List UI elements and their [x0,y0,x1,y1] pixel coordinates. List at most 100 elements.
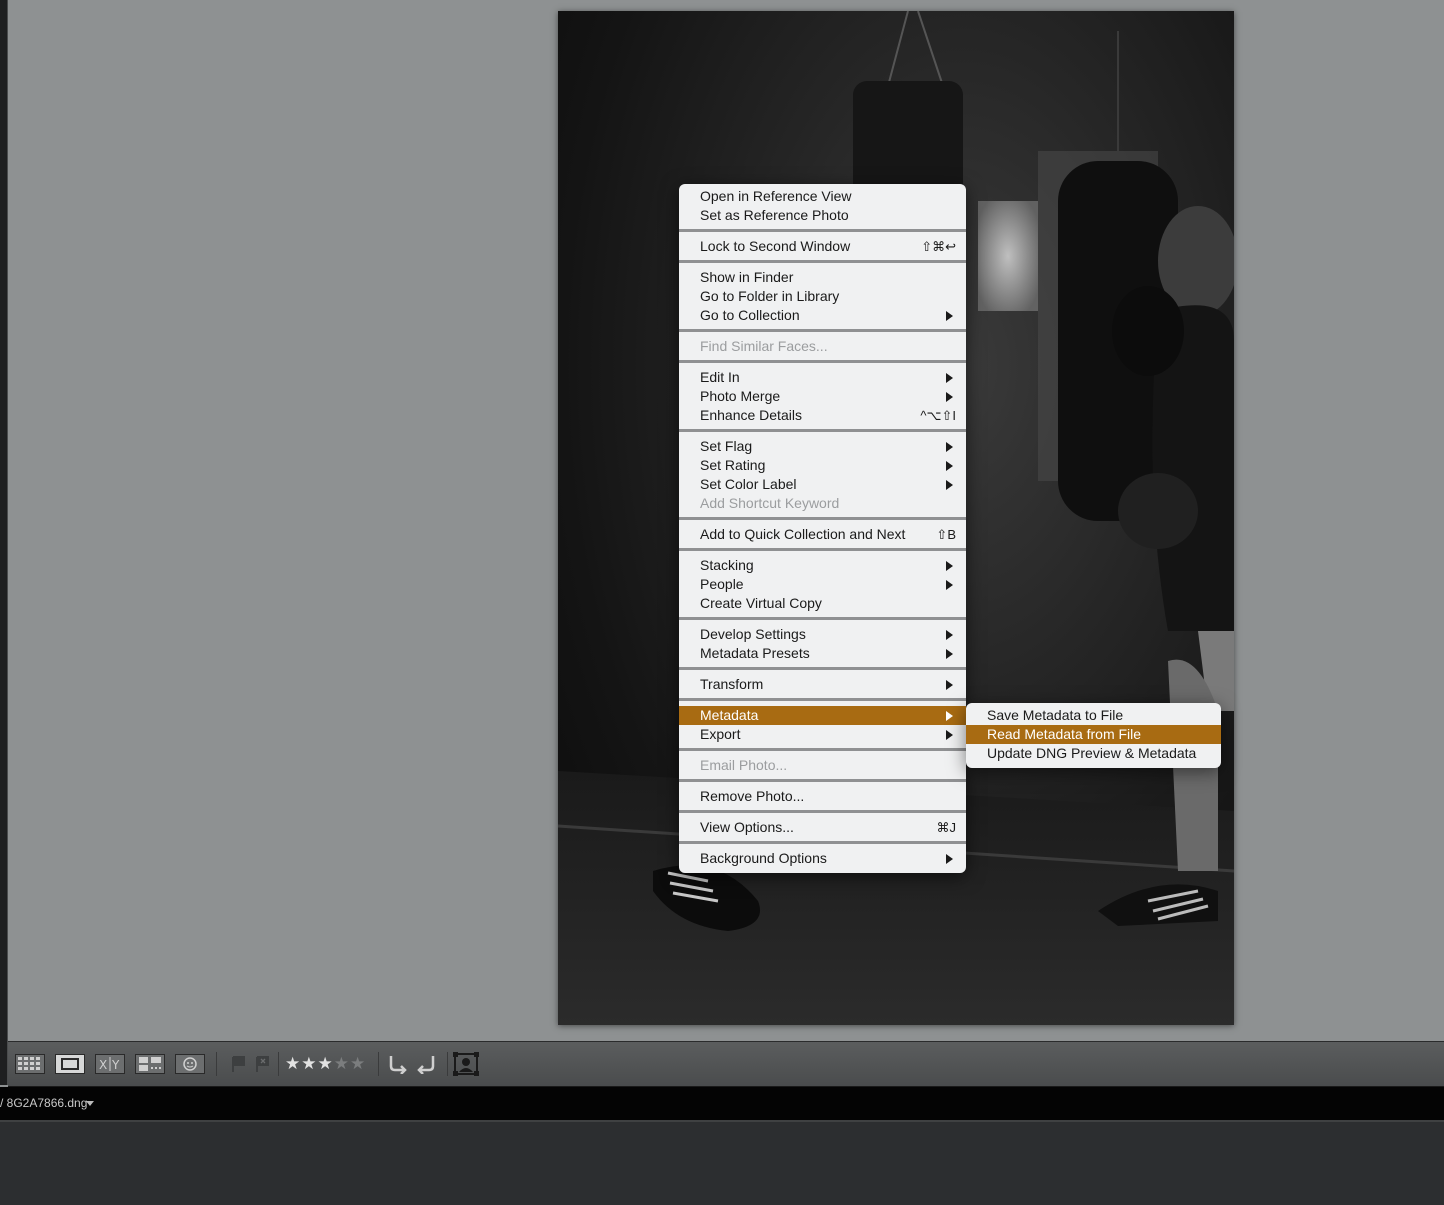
loupe-view-icon[interactable] [54,1053,86,1075]
menu-item-go-to-folder-in-library[interactable]: Go to Folder in Library [679,287,966,306]
menu-item-metadata-presets[interactable]: Metadata Presets [679,644,966,663]
filename-dropdown-icon[interactable] [86,1101,94,1106]
menu-separator [679,544,966,556]
menu-item-photo-merge[interactable]: Photo Merge [679,387,966,406]
menu-item-label: Enhance Details [700,407,802,423]
menu-item-label: Metadata Presets [700,645,810,661]
star-filled-icon[interactable]: ★ [285,1054,300,1074]
flag-pick-icon[interactable] [228,1053,248,1075]
submenu-arrow-icon [946,711,953,721]
left-panel-edge[interactable] [0,0,8,1085]
menu-item-label: Photo Merge [700,388,781,404]
menu-item-remove-photo[interactable]: Remove Photo... [679,787,966,806]
people-view-icon[interactable] [174,1053,206,1075]
menu-item-label: Create Virtual Copy [700,595,822,611]
menu-item-label: Background Options [700,850,827,866]
star-filled-icon[interactable]: ★ [318,1054,333,1074]
menu-item-transform[interactable]: Transform [679,675,966,694]
star-empty-icon[interactable]: ★ [334,1054,349,1074]
submenu-item-save-metadata-to-file[interactable]: Save Metadata to File [966,706,1221,725]
menu-separator [679,837,966,849]
menu-item-label: People [700,576,744,592]
menu-separator [679,775,966,787]
filmstrip[interactable] [0,1122,1444,1205]
menu-item-develop-settings[interactable]: Develop Settings [679,625,966,644]
submenu-arrow-icon [946,373,953,383]
context-menu: Open in Reference View Set as Reference … [679,184,966,873]
toolbar: X Y ★ ★ ★ ★ ★ [8,1041,1444,1088]
menu-item-label: Go to Collection [700,307,800,323]
submenu-arrow-icon [946,630,953,640]
menu-item-set-rating[interactable]: Set Rating [679,456,966,475]
rotate-left-icon[interactable] [384,1053,410,1075]
star-empty-icon[interactable]: ★ [350,1054,365,1074]
menu-item-label: Develop Settings [700,626,806,642]
menu-item-label: View Options... [700,819,794,835]
menu-item-label: Set Rating [700,457,766,473]
survey-view-icon[interactable] [134,1053,166,1075]
face-region-icon[interactable] [452,1052,480,1076]
submenu-item-read-metadata-from-file[interactable]: Read Metadata from File [966,725,1221,744]
menu-separator [679,325,966,337]
menu-item-set-color-label[interactable]: Set Color Label [679,475,966,494]
menu-item-label: Lock to Second Window [700,238,851,254]
svg-text:X: X [99,1058,107,1072]
star-rating[interactable]: ★ ★ ★ ★ ★ [285,1053,371,1075]
menu-item-set-as-reference-photo[interactable]: Set as Reference Photo [679,206,966,225]
grid-view-icon[interactable] [14,1053,46,1075]
menu-item-set-flag[interactable]: Set Flag [679,437,966,456]
menu-item-people[interactable]: People [679,575,966,594]
menu-separator [679,663,966,675]
menu-item-shortcut: ⇧B [936,527,956,542]
submenu-arrow-icon [946,680,953,690]
menu-item-label: Show in Finder [700,269,794,285]
flag-reject-icon[interactable] [252,1053,272,1075]
menu-item-export[interactable]: Export [679,725,966,744]
menu-separator [679,613,966,625]
menu-item-label: Email Photo... [700,757,788,773]
menu-item-label: Set as Reference Photo [700,207,849,223]
menu-item-shortcut: ⌘J [936,820,957,835]
menu-item-show-in-finder[interactable]: Show in Finder [679,268,966,287]
menu-item-background-options[interactable]: Background Options [679,849,966,868]
menu-separator [679,513,966,525]
menu-item-label: Save Metadata to File [987,707,1124,723]
menu-item-go-to-collection[interactable]: Go to Collection [679,306,966,325]
svg-text:Y: Y [111,1058,120,1072]
metadata-submenu: Save Metadata to File Read Metadata from… [966,703,1221,768]
submenu-item-update-dng-preview[interactable]: Update DNG Preview & Metadata [966,744,1221,763]
menu-separator [679,694,966,706]
menu-item-view-options[interactable]: View Options... ⌘J [679,818,966,837]
menu-separator [679,806,966,818]
menu-item-label: Open in Reference View [700,188,852,204]
menu-item-email-photo: Email Photo... [679,756,966,775]
submenu-arrow-icon [946,561,953,571]
menu-item-label: Export [700,726,741,742]
menu-item-shortcut: ⇧⌘↩ [921,239,956,254]
menu-item-add-to-quick-collection[interactable]: Add to Quick Collection and Next ⇧B [679,525,966,544]
menu-separator [679,356,966,368]
menu-item-stacking[interactable]: Stacking [679,556,966,575]
submenu-arrow-icon [946,580,953,590]
submenu-arrow-icon [946,392,953,402]
menu-item-label: Read Metadata from File [987,726,1142,742]
menu-item-create-virtual-copy[interactable]: Create Virtual Copy [679,594,966,613]
menu-item-label: Set Color Label [700,476,797,492]
menu-item-label: Add to Quick Collection and Next [700,526,906,542]
menu-item-label: Find Similar Faces... [700,338,828,354]
menu-item-label: Add Shortcut Keyword [700,495,840,511]
menu-item-label: Set Flag [700,438,753,454]
menu-item-lock-to-second-window[interactable]: Lock to Second Window ⇧⌘↩ [679,237,966,256]
star-filled-icon[interactable]: ★ [301,1054,316,1074]
menu-item-open-in-reference-view[interactable]: Open in Reference View [679,187,966,206]
filmstrip-filename[interactable]: / 8G2A7866.dng [0,1096,87,1110]
compare-view-icon[interactable]: X Y [94,1053,126,1075]
menu-separator [679,225,966,237]
menu-item-metadata[interactable]: Metadata [679,706,966,725]
submenu-arrow-icon [946,442,953,452]
menu-item-enhance-details[interactable]: Enhance Details ^⌥⇧I [679,406,966,425]
menu-item-edit-in[interactable]: Edit In [679,368,966,387]
menu-item-label: Go to Folder in Library [700,288,840,304]
submenu-arrow-icon [946,730,953,740]
rotate-right-icon[interactable] [414,1053,440,1075]
